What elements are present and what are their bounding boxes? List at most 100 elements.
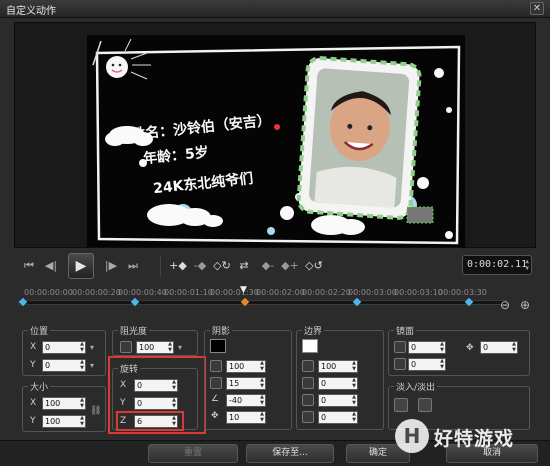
go-to-start-button[interactable]: ⏮ [20,258,38,274]
mirror-field-3[interactable]: 0 ▲ ▼ [480,341,518,354]
cloud-right [311,215,365,235]
zoom-out-icon[interactable]: ⊖ [500,298,510,312]
spinner-icon[interactable]: ▲ ▼ [352,377,356,389]
spinner-icon[interactable]: ▲ ▼ [440,341,444,353]
add-keyframe-icon[interactable]: +◆ [168,255,188,277]
next-keyframe-icon[interactable]: ◆+ [280,255,300,277]
zoom-in-icon[interactable]: ⊕ [520,298,530,312]
mirror-label: 镜面 [394,324,417,337]
spinner-icon[interactable]: ▲ ▼ [440,358,444,370]
spinner-icon[interactable]: ▲ ▼ [260,360,264,372]
spinner-icon[interactable]: ▲ ▼ [80,415,84,427]
border-label: 边界 [302,324,325,337]
mirror-distance-icon [394,358,406,370]
mirror-value-1: 0 [411,343,417,352]
spinner-icon[interactable]: ▲ ▼ [260,377,264,389]
spinner-icon[interactable]: ▲ ▼ [260,394,264,406]
sun-doodle [106,56,128,78]
opacity-field[interactable]: 100 ▲ ▼ [136,341,174,354]
spinner-icon[interactable]: ▲ ▼ [352,394,356,406]
watermark-text: 好特游戏 [434,428,515,450]
previous-frame-button[interactable]: ◀| [42,258,60,274]
border-width-icon [302,377,314,389]
next-frame-button[interactable]: |▶ [102,258,120,274]
title-bar: 自定义动作 ✕ [0,0,550,18]
shadow-blur-field[interactable]: 15 ▲ ▼ [226,377,266,390]
fade-label: 淡入/淡出 [394,380,438,393]
shadow-opacity-icon [210,360,222,372]
spinner-icon[interactable]: ▲ ▼ [168,341,172,353]
position-y-field[interactable]: 0 ▲ ▼ [42,359,86,372]
border-extra-field[interactable]: 0 ▲ ▼ [318,411,358,424]
shadow-color-swatch[interactable] [210,339,226,353]
keyframe-timeline[interactable]: 00:00:00:00 00:00:00:20 00:00:00:40 00:0… [14,284,536,312]
prev-keyframe-icon[interactable]: ◆- [258,255,278,277]
save-as-button[interactable]: 保存至... [246,444,334,463]
shadow-distance-field[interactable]: 10 ▲ ▼ [226,411,266,424]
ruler-label: 00:00:00:20 [72,288,121,297]
opacity-icon [120,341,132,353]
spinner-icon[interactable]: ▲ ▼ [80,397,84,409]
spinner-icon[interactable]: ▲ ▼ [80,341,84,353]
size-y-field[interactable]: 100 ▲ ▼ [42,415,86,428]
shadow-distance-value: 10 [229,413,240,422]
border-blur-icon [302,394,314,406]
preview-frame: 姓名：沙铃伯（安吉） 年龄：5岁 24K东北纯爷们 [14,22,536,248]
go-to-end-button[interactable]: ⏭ [124,258,142,274]
spinner-icon[interactable]: ▲ ▼ [80,359,84,371]
border-opacity-field[interactable]: 100 ▲ ▼ [318,360,358,373]
border-blur-field[interactable]: 0 ▲ ▼ [318,394,358,407]
border-blur-value: 0 [321,396,327,405]
preview-canvas[interactable]: 姓名：沙铃伯（安吉） 年龄：5岁 24K东北纯爷们 [87,35,465,247]
size-x-label: X [30,398,37,408]
rotate-keyframe-icon[interactable]: ◇↺ [304,255,324,277]
position-x-field[interactable]: 0 ▲ ▼ [42,341,86,354]
timecode-field[interactable]: 0:00:02.11 ▲ ▼ [462,255,532,275]
ruler-label: 00:00:00:00 [24,288,73,297]
shadow-opacity-value: 100 [229,362,245,371]
dropdown-arrow-icon[interactable]: ▾ [90,359,100,373]
reset-button[interactable]: 重置 [148,444,238,463]
spinner-icon[interactable]: ▲ ▼ [512,341,516,353]
mirror-field-1[interactable]: 0 ▲ ▼ [408,341,446,354]
shadow-angle-field[interactable]: -40 ▲ ▼ [226,394,266,407]
close-icon[interactable]: ✕ [530,2,544,15]
window-title: 自定义动作 [6,6,56,17]
mirror-value-3: 0 [483,343,489,352]
shadow-distance-icon: ✥ [211,411,219,421]
mirror-field-2[interactable]: 0 ▲ ▼ [408,358,446,371]
opacity-value: 100 [139,343,155,352]
border-width-field[interactable]: 0 ▲ ▼ [318,377,358,390]
size-y-value: 100 [45,417,61,426]
spinner-icon[interactable]: ▲ ▼ [260,411,264,423]
remove-keyframe-icon[interactable]: -◆ [190,255,210,277]
mirror-opacity-icon [394,341,406,353]
size-x-field[interactable]: 100 ▲ ▼ [42,397,86,410]
border-color-swatch[interactable] [302,339,318,353]
ruler-label: 00:00:01:30 [210,288,259,297]
mirror-value-2: 0 [411,360,417,369]
ruler-label: 00:00:02:20 [302,288,351,297]
spinner-icon[interactable]: ▲ ▼ [352,411,356,423]
timeline-track[interactable] [18,300,506,305]
play-button[interactable]: ▶ [68,253,94,279]
ruler-label: 00:00:03:10 [394,288,443,297]
fade-in-icon[interactable] [394,398,408,412]
shadow-label: 阴影 [210,324,233,337]
fade-out-icon[interactable] [418,398,432,412]
opacity-label: 阻光度 [118,324,150,337]
reverse-keyframe-icon[interactable]: ◇↻ [212,255,232,277]
dropdown-arrow-icon[interactable]: ▾ [178,341,188,355]
shadow-blur-value: 15 [229,379,240,388]
timecode-spinner-icon[interactable]: ▲ ▼ [525,258,529,272]
link-ratio-icon[interactable]: ⛓ [90,406,101,416]
spinner-icon[interactable]: ▲ ▼ [352,360,356,372]
playhead-marker[interactable]: ▼ [240,286,250,295]
dropdown-arrow-icon[interactable]: ▾ [90,341,100,355]
swap-keyframe-icon[interactable]: ⇄ [234,255,254,277]
border-extra-icon [302,411,314,423]
border-opacity-icon [302,360,314,372]
position-x-label: X [30,342,37,352]
child-photo [296,56,422,220]
shadow-opacity-field[interactable]: 100 ▲ ▼ [226,360,266,373]
